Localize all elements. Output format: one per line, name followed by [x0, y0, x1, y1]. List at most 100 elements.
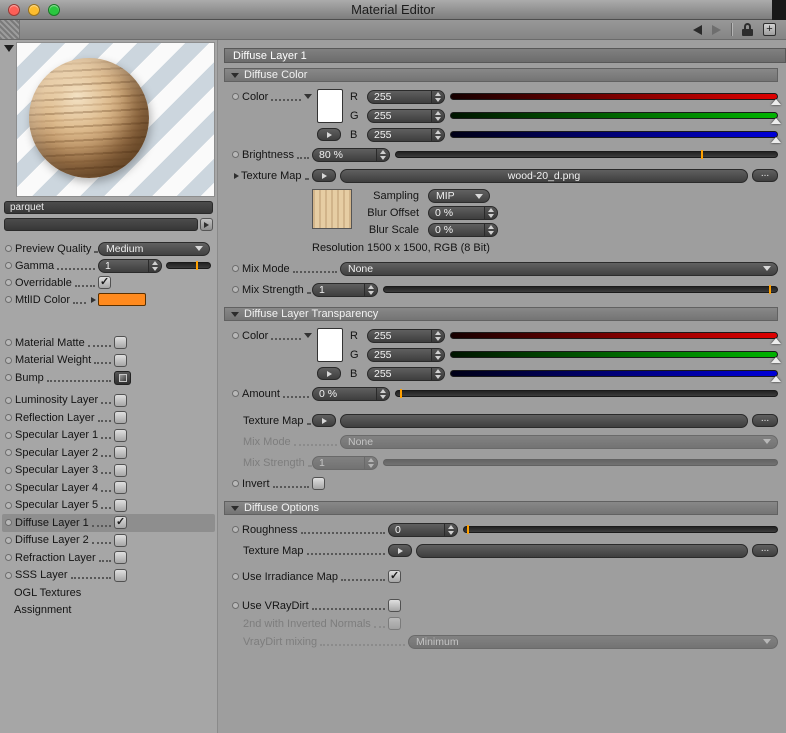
channel-row-specular-layer-4[interactable]: Specular Layer 4 — [2, 479, 215, 497]
keyframe-dot[interactable] — [5, 466, 12, 474]
tr-texture-expand-button[interactable] — [312, 414, 336, 427]
keyframe-dot[interactable] — [232, 286, 239, 293]
bump-texture-button[interactable] — [114, 370, 131, 385]
channel-checkbox[interactable] — [114, 411, 127, 425]
roughness-stepper[interactable]: 0 — [388, 522, 458, 537]
color-options-icon[interactable] — [304, 333, 312, 338]
keyframe-dot[interactable] — [5, 245, 12, 252]
opt-texture-expand-button[interactable] — [388, 544, 412, 557]
stepper-arrows[interactable] — [364, 283, 377, 296]
zoom-button[interactable] — [48, 4, 60, 16]
channel-checkbox[interactable] — [114, 533, 127, 547]
stepper-arrows[interactable] — [431, 128, 444, 141]
channel-row-refraction-layer[interactable]: Refraction Layer — [2, 549, 215, 567]
material-slot-bar[interactable] — [4, 218, 198, 231]
channel-row-diffuse-layer-1[interactable]: Diffuse Layer 1 — [2, 514, 215, 532]
channel-row-sss-layer[interactable]: SSS Layer — [2, 567, 215, 585]
diffuse-options-header[interactable]: Diffuse Options — [224, 501, 778, 515]
roughness-slider[interactable] — [463, 525, 778, 534]
stepper-arrows[interactable] — [444, 523, 457, 536]
tr-red-stepper[interactable]: 255 — [367, 328, 445, 343]
channel-row-specular-layer-1[interactable]: Specular Layer 1 — [2, 427, 215, 445]
slot-expand-button[interactable] — [200, 218, 213, 231]
material-name-field[interactable]: parquet — [4, 201, 213, 214]
dc-blue-stepper[interactable]: 255 — [367, 127, 445, 142]
expand-right-icon[interactable] — [234, 172, 239, 179]
dc-green-stepper[interactable]: 255 — [367, 108, 445, 123]
sidebar-item-ogl-textures[interactable]: OGL Textures — [2, 584, 215, 601]
tr-green-stepper[interactable]: 255 — [367, 347, 445, 362]
drag-grip[interactable] — [0, 20, 20, 39]
channel-checkbox[interactable] — [114, 498, 127, 512]
tr-texture-browse-button[interactable]: ... — [752, 414, 778, 427]
keyframe-dot[interactable] — [5, 519, 12, 527]
channel-checkbox[interactable] — [114, 551, 127, 565]
brightness-stepper[interactable]: 80 % — [312, 147, 390, 162]
amount-stepper[interactable]: 0 % — [312, 386, 390, 401]
stepper-arrows[interactable] — [376, 148, 389, 161]
channel-checkbox[interactable] — [114, 568, 127, 582]
dc-red-stepper[interactable]: 255 — [367, 89, 445, 104]
channel-row-material-matte[interactable]: Material Matte — [2, 334, 215, 352]
brightness-slider[interactable] — [395, 150, 778, 159]
keyframe-dot[interactable] — [5, 262, 12, 269]
expand-right-icon[interactable] — [91, 296, 96, 303]
keyframe-dot[interactable] — [232, 93, 239, 100]
use-irradiance-checkbox[interactable] — [388, 569, 401, 583]
opt-texture-browse-button[interactable]: ... — [752, 544, 778, 557]
keyframe-dot[interactable] — [5, 501, 12, 509]
keyframe-dot[interactable] — [5, 431, 12, 439]
keyframe-dot[interactable] — [5, 396, 12, 404]
transparency-header[interactable]: Diffuse Layer Transparency — [224, 307, 778, 321]
preview-menu-icon[interactable] — [4, 45, 14, 52]
tr-blue-stepper[interactable]: 255 — [367, 366, 445, 381]
channel-checkbox[interactable] — [114, 481, 127, 495]
keyframe-dot[interactable] — [5, 449, 12, 457]
back-icon[interactable] — [693, 24, 702, 35]
keyframe-dot[interactable] — [232, 480, 239, 487]
keyframe-dot[interactable] — [232, 573, 239, 580]
blur-scale-stepper[interactable]: 0 % — [428, 223, 498, 237]
material-preview[interactable] — [16, 42, 215, 197]
keyframe-dot[interactable] — [232, 332, 239, 339]
channel-row-luminosity-layer[interactable]: Luminosity Layer — [2, 392, 215, 410]
tr-texture-file-field[interactable] — [340, 413, 748, 428]
dc-color-swatch[interactable] — [317, 89, 343, 123]
mtlid-color-swatch[interactable] — [98, 293, 146, 306]
channel-checkbox[interactable] — [114, 463, 127, 477]
keyframe-dot[interactable] — [5, 339, 12, 347]
keyframe-dot[interactable] — [232, 265, 239, 272]
channel-row-reflection-layer[interactable]: Reflection Layer — [2, 409, 215, 427]
dc-mix-strength-slider[interactable] — [383, 285, 778, 294]
stepper-arrows[interactable] — [431, 329, 444, 342]
minimize-button[interactable] — [28, 4, 40, 16]
tr-color-expand-button[interactable] — [317, 367, 341, 380]
gamma-slider[interactable] — [166, 261, 211, 270]
channel-row-specular-layer-2[interactable]: Specular Layer 2 — [2, 444, 215, 462]
sidebar-item-assignment[interactable]: Assignment — [2, 601, 215, 618]
keyframe-dot[interactable] — [5, 374, 12, 382]
dc-color-expand-button[interactable] — [317, 128, 341, 141]
keyframe-dot[interactable] — [5, 279, 12, 286]
keyframe-dot[interactable] — [232, 151, 239, 158]
stepper-arrows[interactable] — [484, 224, 497, 236]
channel-checkbox[interactable] — [114, 336, 127, 350]
stepper-arrows[interactable] — [376, 387, 389, 400]
stepper-arrows[interactable] — [148, 259, 161, 272]
invert-checkbox[interactable] — [312, 477, 325, 490]
gamma-stepper[interactable]: 1 — [98, 258, 162, 273]
overridable-checkbox[interactable] — [98, 275, 111, 289]
dc-mix-strength-stepper[interactable]: 1 — [312, 282, 378, 297]
tr-red-slider[interactable] — [450, 332, 781, 344]
dc-red-slider[interactable] — [450, 93, 781, 105]
keyframe-dot[interactable] — [5, 484, 12, 492]
channel-checkbox[interactable] — [114, 393, 127, 407]
forward-icon[interactable] — [712, 24, 721, 35]
add-icon[interactable]: + — [763, 23, 776, 36]
channel-row-specular-layer-5[interactable]: Specular Layer 5 — [2, 497, 215, 515]
keyframe-dot[interactable] — [232, 602, 239, 609]
channel-row-material-weight[interactable]: Material Weight — [2, 352, 215, 370]
dc-mix-mode-select[interactable]: None — [340, 261, 778, 276]
keyframe-dot[interactable] — [5, 356, 12, 364]
channel-row-diffuse-layer-2[interactable]: Diffuse Layer 2 — [2, 532, 215, 550]
